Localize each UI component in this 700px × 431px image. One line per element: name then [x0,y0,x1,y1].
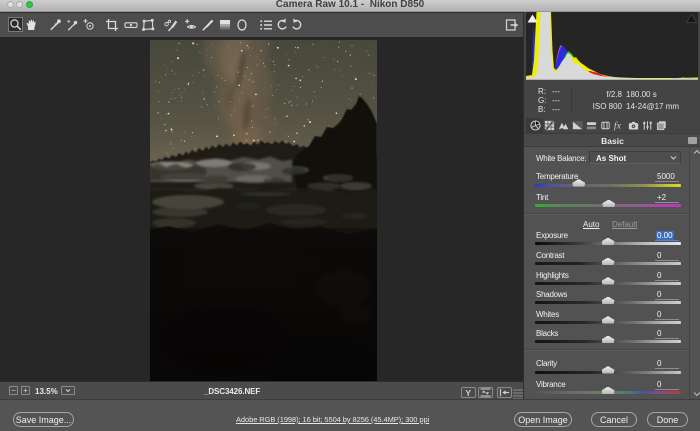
svg-text:Y: Y [465,388,471,397]
svg-text:fx: fx [614,121,622,132]
